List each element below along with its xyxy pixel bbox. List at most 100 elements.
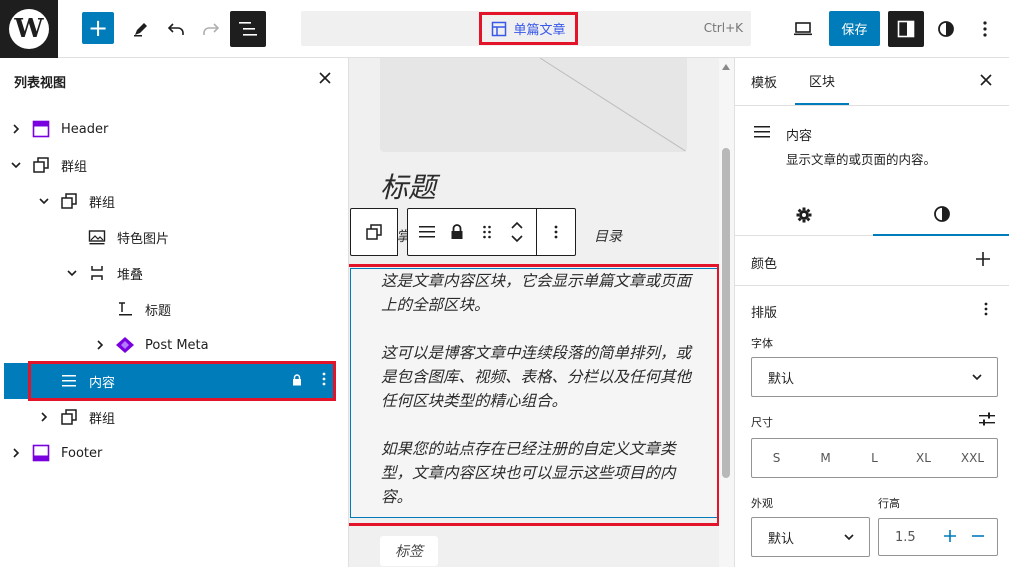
plus-icon: [944, 530, 956, 542]
move-up-down-button[interactable]: [502, 208, 532, 256]
chevron-down-icon[interactable]: [8, 157, 24, 173]
document-title[interactable]: 单篇文章: [479, 12, 578, 45]
chevron-right-icon[interactable]: [36, 409, 52, 425]
appearance-select[interactable]: 默认: [751, 517, 870, 557]
font-size-option[interactable]: M: [801, 439, 850, 477]
redo-button[interactable]: [194, 12, 228, 46]
font-size-picker: S M L XL XXL: [751, 438, 998, 478]
tab-template[interactable]: 模板: [751, 58, 777, 105]
more-vertical-icon[interactable]: [322, 371, 326, 390]
list-item-post-content[interactable]: 内容: [4, 363, 334, 399]
options-button[interactable]: [968, 12, 1002, 46]
block-toolbar-main: [407, 208, 576, 256]
select-parent-button[interactable]: [350, 208, 398, 256]
more-vertical-icon: [554, 225, 558, 239]
settings-sliders-icon: [979, 412, 995, 426]
chevron-right-icon[interactable]: [92, 337, 108, 353]
post-content-icon: [58, 370, 80, 392]
command-bar[interactable]: 单篇文章 Ctrl+K: [301, 11, 751, 46]
list-item-label: 群组: [89, 195, 116, 211]
post-meta-partial: 目录: [594, 229, 622, 245]
more-vertical-icon: [983, 21, 987, 37]
styles-button[interactable]: [929, 12, 963, 46]
scroll-up-arrow-icon[interactable]: [722, 64, 730, 70]
scrollbar-thumb[interactable]: [722, 148, 730, 478]
chevron-up-down-icon: [511, 221, 523, 243]
block-type-button[interactable]: [412, 208, 442, 256]
undo-button[interactable]: [159, 12, 193, 46]
lock-button[interactable]: [442, 208, 472, 256]
font-family-value: 默认: [768, 371, 795, 387]
wordpress-logo-button[interactable]: W: [0, 0, 58, 58]
post-tags-chip[interactable]: 标签: [380, 536, 438, 566]
chevron-down-icon[interactable]: [64, 265, 80, 281]
list-view-button[interactable]: [230, 11, 266, 47]
template-part-header-icon: [30, 118, 52, 140]
sidebar-icon: [897, 20, 915, 38]
close-settings-button[interactable]: [979, 72, 993, 91]
content-paragraph: 这是文章内容区块，它会显示单篇文章或页面上的全部区块。: [381, 272, 692, 314]
tab-block[interactable]: 区块: [795, 58, 850, 105]
list-item-label: 标题: [145, 303, 172, 319]
list-item-footer[interactable]: Footer: [4, 435, 334, 471]
group-icon: [58, 406, 80, 428]
font-size-option[interactable]: S: [752, 439, 801, 477]
toolbar-separator: [536, 208, 537, 256]
drag-handle[interactable]: [472, 208, 502, 256]
font-size-option[interactable]: L: [850, 439, 899, 477]
wordpress-icon: W: [9, 9, 49, 49]
save-button[interactable]: 保存: [829, 11, 880, 46]
editor-canvas[interactable]: 标题 掌 目录 这是文章内容区块，它会显示单篇文章或页面上的全部区块。 这可以是…: [349, 58, 734, 567]
template-icon: [492, 21, 507, 36]
settings-toggle-button[interactable]: [888, 11, 924, 47]
decrement-button[interactable]: [971, 526, 985, 546]
add-block-button[interactable]: +: [82, 12, 114, 44]
list-item-label: 内容: [89, 375, 116, 391]
chevron-right-icon[interactable]: [8, 445, 24, 461]
list-item-post-meta[interactable]: Post Meta: [4, 327, 334, 363]
tab-settings[interactable]: [735, 194, 872, 236]
typography-options-button[interactable]: [984, 301, 988, 321]
add-color-button[interactable]: [975, 250, 991, 270]
color-section-title: 颜色: [751, 257, 778, 272]
drag-handle-icon: [483, 225, 491, 239]
close-icon: [980, 74, 992, 86]
close-list-view-button[interactable]: [318, 70, 332, 89]
tools-button[interactable]: [124, 12, 158, 46]
list-item-header[interactable]: Header: [4, 111, 334, 147]
line-height-input[interactable]: 1.5: [878, 518, 998, 556]
post-content-block[interactable]: 这是文章内容区块，它会显示单篇文章或页面上的全部区块。 这可以是博客文章中连续段…: [350, 268, 718, 518]
color-section: 颜色: [735, 236, 1009, 286]
chevron-down-icon[interactable]: [36, 193, 52, 209]
font-size-option[interactable]: XL: [899, 439, 948, 477]
list-item-label: 群组: [89, 411, 116, 427]
list-item-post-title[interactable]: 标题: [4, 291, 334, 327]
preview-button[interactable]: [786, 12, 820, 46]
list-item-group[interactable]: 群组: [4, 183, 334, 219]
chevron-right-icon[interactable]: [8, 121, 24, 137]
settings-sidebar: 模板 区块 内容 显示文章的或页面的内容。 颜色 排版 字体 默认 尺寸 S M…: [734, 58, 1009, 567]
font-size-option[interactable]: XXL: [948, 439, 997, 477]
list-item-featured-image[interactable]: 特色图片: [4, 219, 334, 255]
list-item-stack[interactable]: 堆叠: [4, 255, 334, 291]
list-item-label: Footer: [61, 445, 103, 461]
chevron-down-icon: [971, 371, 983, 387]
custom-size-button[interactable]: [978, 411, 996, 431]
featured-image-placeholder[interactable]: [380, 58, 687, 152]
editor-header: W + 单篇文章 Ctrl+K 保存: [0, 0, 1009, 58]
document-title-text: 单篇文章: [513, 23, 566, 38]
contrast-icon: [938, 21, 954, 37]
list-item-group[interactable]: 群组: [4, 147, 334, 183]
appearance-value: 默认: [768, 531, 795, 547]
block-options-button[interactable]: [541, 208, 571, 256]
list-view-panel: 列表视图 Header 群组 群组 特色图片 堆叠 标题 Post Meta 内…: [0, 58, 349, 567]
tab-styles[interactable]: [873, 194, 1009, 236]
post-title[interactable]: 标题: [380, 166, 436, 206]
font-family-select[interactable]: 默认: [751, 357, 998, 397]
redo-icon: [203, 23, 220, 35]
increment-button[interactable]: [943, 526, 957, 546]
list-item-label: 特色图片: [117, 231, 170, 247]
list-item-group[interactable]: 群组: [4, 399, 334, 435]
more-vertical-icon: [984, 302, 988, 316]
canvas-content: 标题 掌 目录 这是文章内容区块，它会显示单篇文章或页面上的全部区块。 这可以是…: [349, 58, 720, 567]
